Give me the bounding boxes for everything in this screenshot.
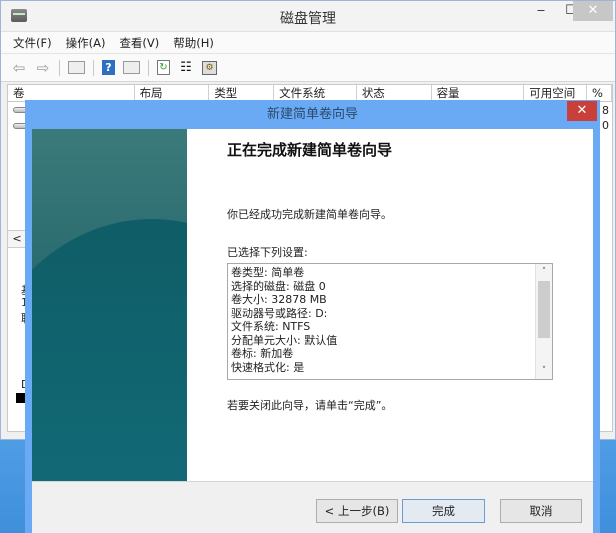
menu-help[interactable]: 帮助(H) xyxy=(173,35,214,51)
wizard-footer: < 上一步(B) 完成 取消 xyxy=(32,481,593,533)
success-message: 你已经成功完成新建简单卷向导。 xyxy=(227,208,392,221)
menu-file[interactable]: 文件(F) xyxy=(13,35,52,51)
properties-icon[interactable]: ☷ xyxy=(178,60,194,76)
column-type[interactable]: 类型 xyxy=(209,85,275,101)
toolbar-separator xyxy=(93,59,94,76)
setting-volume-size: 卷大小: 32878 MB xyxy=(231,293,327,306)
forward-arrow-icon[interactable]: ⇨ xyxy=(35,59,51,77)
menu-view[interactable]: 查看(V) xyxy=(119,35,159,51)
menu-bar: 文件(F) 操作(A) 查看(V) 帮助(H) xyxy=(1,32,615,54)
title-bar: 磁盘管理 ‒ ☐ ✕ xyxy=(1,1,615,32)
settings-scrollbar[interactable]: ˄ ˅ xyxy=(535,264,552,379)
refresh-icon[interactable]: ↻ xyxy=(157,60,170,75)
setting-allocation-unit: 分配单元大小: 默认值 xyxy=(231,333,338,347)
settings-list: 卷类型: 简单卷 选择的磁盘: 磁盘 0 卷大小: 32878 MB 驱动器号或… xyxy=(231,266,337,374)
percent-free-value: 8 xyxy=(602,104,609,117)
setting-selected-disk: 选择的磁盘: 磁盘 0 xyxy=(231,279,326,293)
column-percent-free[interactable]: % xyxy=(587,85,612,101)
setting-volume-type: 卷类型: 简单卷 xyxy=(231,266,305,279)
scroll-up-icon[interactable]: ˄ xyxy=(536,264,552,280)
settings-label: 已选择下列设置: xyxy=(227,246,308,259)
minimize-button[interactable]: ‒ xyxy=(526,1,556,21)
toolbar-separator xyxy=(59,59,60,76)
toolbar: ⇦ ⇨ ? ↻ ☷ ⚙ xyxy=(1,54,615,82)
wizard-banner-image xyxy=(32,129,187,481)
column-capacity[interactable]: 容量 xyxy=(432,85,525,101)
column-volume[interactable]: 卷 xyxy=(8,85,135,101)
back-button[interactable]: < 上一步(B) xyxy=(316,499,398,523)
settings-icon[interactable]: ⚙ xyxy=(202,60,217,75)
close-hint: 若要关闭此向导，请单击“完成”。 xyxy=(227,399,393,412)
wizard-heading: 正在完成新建简单卷向导 xyxy=(227,141,393,159)
scroll-left-button[interactable]: < xyxy=(7,230,27,248)
scroll-down-icon[interactable]: ˅ xyxy=(536,363,552,379)
dialog-title: 新建简单卷向导 xyxy=(266,107,358,122)
scrollbar-thumb[interactable] xyxy=(538,281,550,338)
column-status[interactable]: 状态 xyxy=(357,85,432,101)
menu-action[interactable]: 操作(A) xyxy=(66,35,106,51)
column-filesystem[interactable]: 文件系统 xyxy=(274,85,357,101)
close-window-button[interactable]: ✕ xyxy=(573,1,613,21)
settings-summary-box[interactable]: 卷类型: 简单卷 选择的磁盘: 磁盘 0 卷大小: 32878 MB 驱动器号或… xyxy=(227,263,553,380)
setting-volume-label: 卷标: 新加卷 xyxy=(231,347,294,360)
finish-button[interactable]: 完成 xyxy=(402,499,485,523)
column-free-space[interactable]: 可用空间 xyxy=(524,85,588,101)
setting-file-system: 文件系统: NTFS xyxy=(231,320,311,333)
toolbar-separator xyxy=(148,59,149,76)
help-icon[interactable]: ? xyxy=(102,60,115,75)
back-arrow-icon[interactable]: ⇦ xyxy=(11,59,27,77)
new-simple-volume-wizard: 新建简单卷向导 ✕ 正在完成新建简单卷向导 你已经成功完成新建简单卷向导。 已选… xyxy=(25,100,600,533)
window-title: 磁盘管理 xyxy=(280,11,336,27)
show-hide-action-pane-icon[interactable] xyxy=(123,61,140,74)
dialog-close-button[interactable]: ✕ xyxy=(567,101,597,121)
wizard-content: 正在完成新建简单卷向导 你已经成功完成新建简单卷向导。 已选择下列设置: 卷类型… xyxy=(187,129,593,481)
setting-drive-letter: 驱动器号或路径: D: xyxy=(231,306,328,320)
setting-quick-format: 快速格式化: 是 xyxy=(231,360,305,374)
percent-free-value: 0 xyxy=(602,119,609,132)
column-layout[interactable]: 布局 xyxy=(135,85,210,101)
cancel-button[interactable]: 取消 xyxy=(500,499,582,523)
show-hide-tree-icon[interactable] xyxy=(68,61,85,74)
dialog-body: 正在完成新建简单卷向导 你已经成功完成新建简单卷向导。 已选择下列设置: 卷类型… xyxy=(32,129,593,533)
